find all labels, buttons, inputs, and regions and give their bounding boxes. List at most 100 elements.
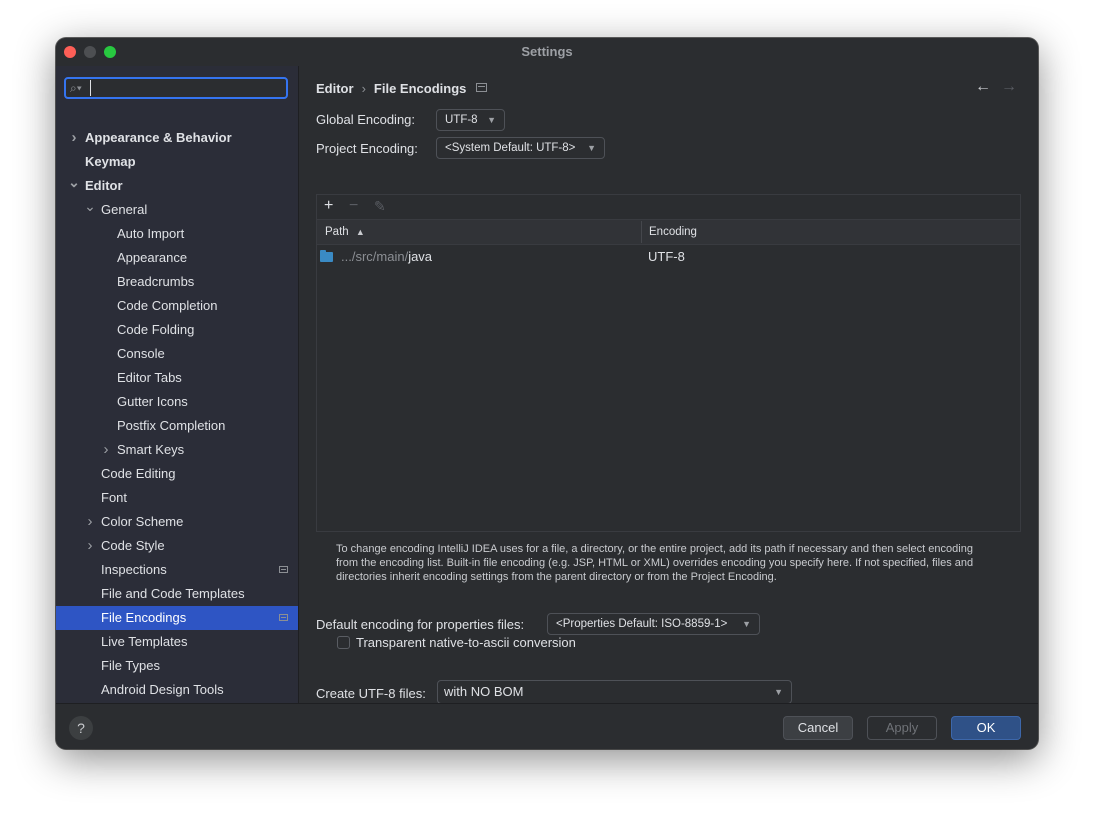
- sidebar-item-label: Editor Tabs: [117, 370, 182, 385]
- sidebar-item-label: Console: [117, 346, 165, 361]
- sidebar-item-breadcrumbs[interactable]: Breadcrumbs: [56, 270, 298, 294]
- chevron-down-icon: ▼: [774, 687, 783, 697]
- sidebar-item-label: Keymap: [85, 154, 136, 169]
- column-header-path[interactable]: Path ▲: [325, 220, 365, 244]
- settings-sidebar: ⌕▾ › Appearance & Behavior Keymap ⌄ Editor ⌄ G…: [56, 66, 299, 703]
- native-to-ascii-label[interactable]: Transparent native-to-ascii conversion: [356, 635, 576, 650]
- chevron-down-icon[interactable]: ⌄: [84, 194, 96, 218]
- sidebar-item-label: Code Folding: [117, 322, 195, 337]
- encoding-help-text: To change encoding IntelliJ IDEA uses fo…: [336, 543, 974, 583]
- sidebar-item-code-folding[interactable]: Code Folding: [56, 318, 298, 342]
- sidebar-item-label: General: [101, 202, 148, 217]
- properties-encoding-label: Default encoding for properties files:: [316, 617, 525, 632]
- ok-button[interactable]: OK: [951, 716, 1021, 740]
- table-toolbar: + − ✎: [317, 195, 1020, 220]
- edit-pencil-icon[interactable]: ✎: [374, 198, 386, 214]
- chevron-down-icon: ▼: [587, 143, 596, 153]
- cancel-button[interactable]: Cancel: [783, 716, 853, 740]
- sidebar-item-postfix-completion[interactable]: Postfix Completion: [56, 414, 298, 438]
- search-icon: ⌕▾: [70, 81, 82, 95]
- native-to-ascii-checkbox[interactable]: [337, 636, 350, 649]
- add-icon[interactable]: +: [324, 198, 333, 214]
- sidebar-item-smart-keys[interactable]: › Smart Keys: [56, 438, 298, 462]
- sidebar-item-label: Code Editing: [101, 466, 176, 481]
- settings-search[interactable]: ⌕▾: [64, 77, 288, 99]
- sidebar-item-label: Gutter Icons: [117, 394, 188, 409]
- breadcrumb: Editor › File Encodings: [316, 81, 488, 96]
- sidebar-item-label: Smart Keys: [117, 442, 185, 457]
- path-cell: .../src/main/java: [341, 249, 433, 264]
- create-utf8-dropdown[interactable]: with NO BOM ▼: [437, 680, 792, 704]
- sidebar-item-code-completion[interactable]: Code Completion: [56, 294, 298, 318]
- sidebar-item-general[interactable]: ⌄ General: [56, 198, 298, 222]
- sidebar-item-appearance-behavior[interactable]: › Appearance & Behavior: [56, 126, 298, 150]
- table-header: Path ▲ Encoding: [317, 220, 1020, 245]
- sidebar-item-label: Appearance: [117, 250, 188, 265]
- sidebar-item-color-scheme[interactable]: › Color Scheme: [56, 510, 298, 534]
- global-encoding-dropdown[interactable]: UTF-8 ▼: [436, 109, 505, 131]
- sidebar-item-label: Inspections: [101, 562, 167, 577]
- forward-arrow-icon[interactable]: →: [1001, 78, 1017, 96]
- project-scope-icon: [476, 83, 488, 92]
- settings-dialog: Settings ⌕▾ › Appearance & Behavior Keymap…: [56, 38, 1038, 749]
- project-scope-icon: [279, 566, 288, 573]
- properties-encoding-dropdown[interactable]: <Properties Default: ISO-8859-1> ▼: [547, 613, 760, 635]
- sidebar-item-file-encodings[interactable]: File Encodings: [56, 606, 298, 630]
- sidebar-item-file-and-code-templates[interactable]: File and Code Templates: [56, 582, 298, 606]
- project-encoding-value: <System Default: UTF-8>: [445, 142, 576, 154]
- global-encoding-value: UTF-8: [445, 114, 478, 126]
- sidebar-item-appearance[interactable]: Appearance: [56, 246, 298, 270]
- sort-ascending-icon: ▲: [355, 227, 365, 237]
- sidebar-item-label: Auto Import: [117, 226, 185, 241]
- chevron-down-icon[interactable]: ⌄: [68, 170, 80, 194]
- chevron-down-icon: ▼: [487, 115, 496, 125]
- sidebar-item-auto-import[interactable]: Auto Import: [56, 222, 298, 246]
- sidebar-item-font[interactable]: Font: [56, 486, 298, 510]
- search-input[interactable]: [90, 80, 281, 96]
- back-arrow-icon[interactable]: ←: [975, 78, 991, 96]
- sidebar-item-label: Postfix Completion: [117, 418, 226, 433]
- project-scope-icon: [279, 614, 288, 621]
- sidebar-item-inspections[interactable]: Inspections: [56, 558, 298, 582]
- sidebar-item-file-types[interactable]: File Types: [56, 654, 298, 678]
- sidebar-item-editor-tabs[interactable]: Editor Tabs: [56, 366, 298, 390]
- sidebar-item-label: Breadcrumbs: [117, 274, 195, 289]
- sidebar-item-label: Code Style: [101, 538, 165, 553]
- chevron-down-icon: ▼: [742, 619, 751, 629]
- project-encoding-dropdown[interactable]: <System Default: UTF-8> ▼: [436, 137, 605, 159]
- file-encodings-panel: Editor › File Encodings ← → Global Encodin…: [299, 66, 1038, 715]
- sidebar-item-console[interactable]: Console: [56, 342, 298, 366]
- table-row[interactable]: .../src/main/java UTF-8: [317, 245, 1020, 269]
- sidebar-item-code-editing[interactable]: Code Editing: [56, 462, 298, 486]
- column-divider[interactable]: [641, 221, 642, 243]
- encoding-mappings-table: + − ✎ Path ▲ Encoding .../src/main/java …: [316, 194, 1021, 532]
- chevron-right-icon[interactable]: ›: [68, 126, 80, 150]
- dialog-footer: ? Cancel Apply OK: [56, 703, 1038, 749]
- apply-button[interactable]: Apply: [867, 716, 937, 740]
- sidebar-item-label: Code Completion: [117, 298, 218, 313]
- sidebar-item-label: Appearance & Behavior: [85, 130, 232, 145]
- sidebar-item-android-design-tools[interactable]: Android Design Tools: [56, 678, 298, 702]
- help-button[interactable]: ?: [69, 716, 93, 740]
- folder-icon: [320, 250, 333, 262]
- chevron-right-icon[interactable]: ›: [84, 510, 96, 534]
- sidebar-item-keymap[interactable]: Keymap: [56, 150, 298, 174]
- sidebar-item-live-templates[interactable]: Live Templates: [56, 630, 298, 654]
- breadcrumb-editor[interactable]: Editor: [316, 81, 354, 96]
- create-utf8-label: Create UTF-8 files:: [316, 686, 426, 701]
- window-title: Settings: [521, 44, 573, 59]
- sidebar-item-label: Color Scheme: [101, 514, 184, 529]
- sidebar-item-code-style[interactable]: › Code Style: [56, 534, 298, 558]
- column-header-encoding[interactable]: Encoding: [649, 220, 697, 244]
- breadcrumb-separator: ›: [361, 81, 366, 96]
- title-bar: Settings: [56, 38, 1038, 66]
- global-encoding-label: Global Encoding:: [316, 112, 416, 127]
- chevron-right-icon[interactable]: ›: [100, 438, 112, 462]
- remove-icon[interactable]: −: [349, 198, 358, 214]
- sidebar-item-label: Font: [101, 490, 128, 505]
- sidebar-item-label: File Types: [101, 658, 161, 673]
- project-encoding-label: Project Encoding:: [316, 141, 418, 156]
- sidebar-item-gutter-icons[interactable]: Gutter Icons: [56, 390, 298, 414]
- encoding-cell: UTF-8: [648, 249, 685, 264]
- chevron-right-icon[interactable]: ›: [84, 534, 96, 558]
